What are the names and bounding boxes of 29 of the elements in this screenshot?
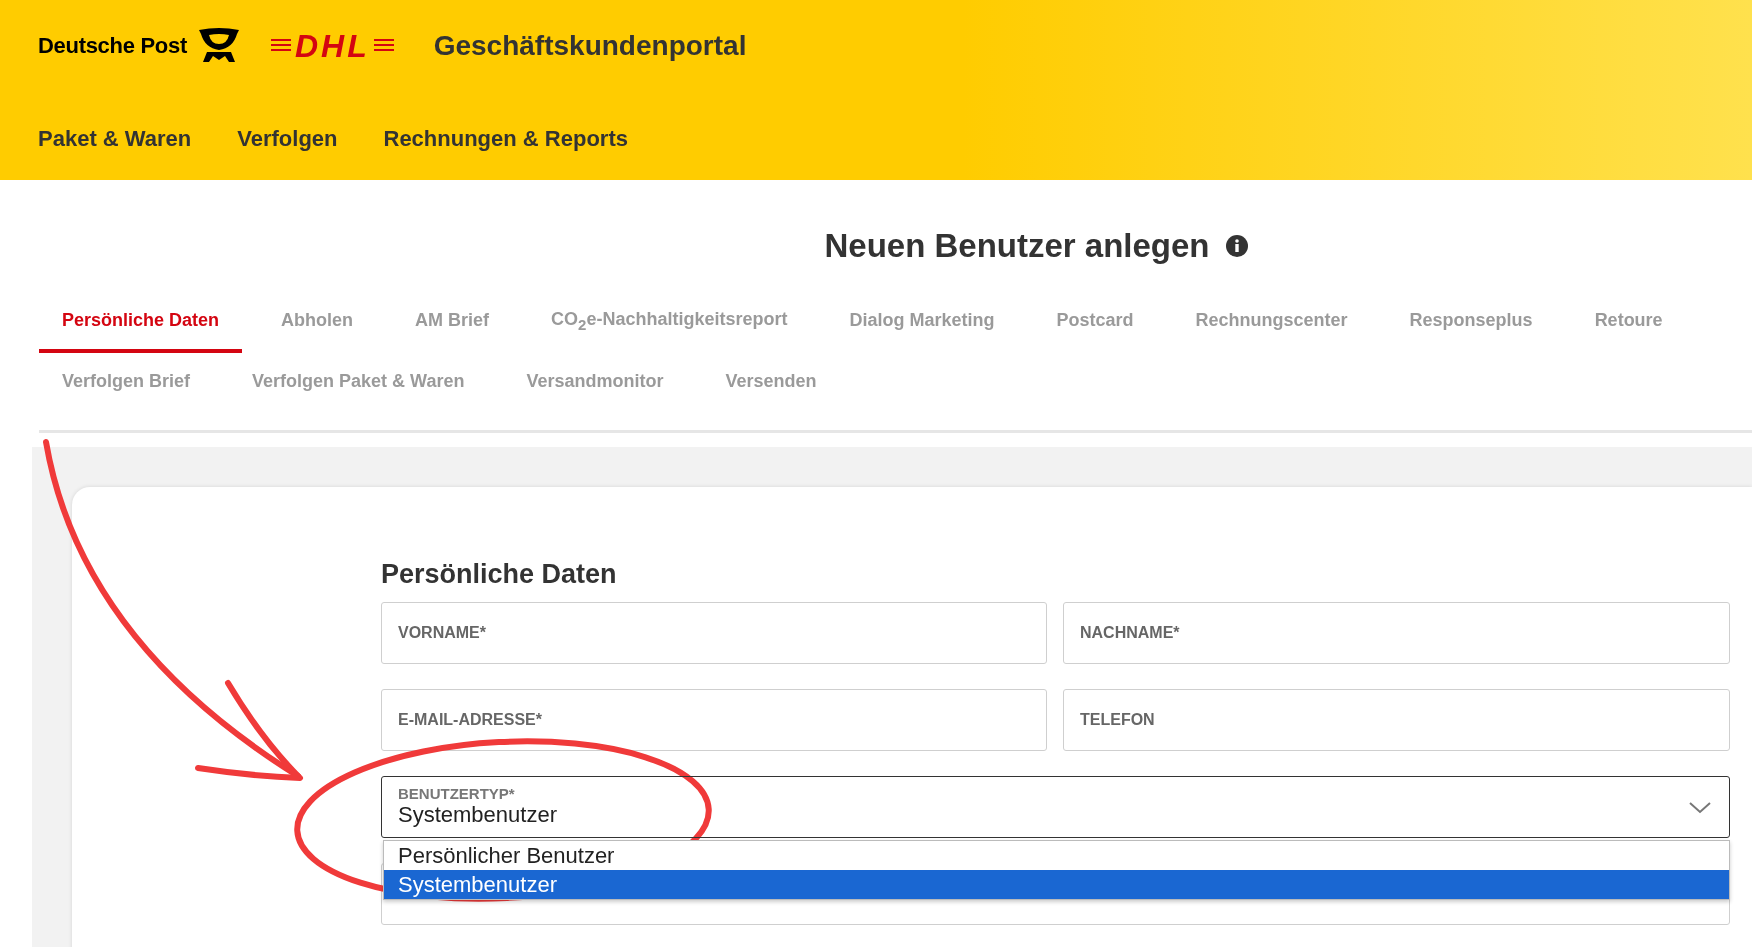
chevron-down-icon: [1689, 801, 1711, 814]
input-field[interactable]: VORNAME*: [381, 601, 1047, 664]
nav-link[interactable]: Rechnungen & Reports: [383, 126, 628, 152]
dropdown-option[interactable]: Systembenutzer: [384, 869, 1729, 899]
tab[interactable]: Versandmonitor: [503, 356, 687, 412]
section-heading: Persönliche Daten: [381, 558, 618, 590]
tab[interactable]: Verfolgen Brief: [39, 356, 214, 412]
tab[interactable]: Rechnungscenter: [1172, 295, 1371, 353]
tab[interactable]: Abholen: [258, 295, 377, 353]
brand-name: Deutsche Post: [38, 33, 187, 59]
nav-link[interactable]: Verfolgen: [237, 126, 338, 152]
tab[interactable]: Persönliche Daten: [39, 295, 243, 353]
tab[interactable]: Verfolgen Paket & Waren: [229, 356, 488, 412]
tab[interactable]: Retoure: [1571, 295, 1686, 353]
portal-title: Geschäftskundenportal: [433, 30, 747, 62]
tab[interactable]: Versenden: [702, 356, 840, 412]
tab[interactable]: Postcard: [1033, 295, 1157, 353]
input-field[interactable]: NACHNAME*: [1063, 601, 1730, 664]
dropdown-option[interactable]: Persönlicher Benutzer: [384, 840, 1729, 870]
nav-link[interactable]: Paket & Waren: [38, 126, 192, 152]
input-field[interactable]: E-MAIL-ADRESSE*: [381, 688, 1047, 751]
info-icon: [1225, 235, 1248, 257]
input-field[interactable]: TELEFON: [1063, 688, 1730, 751]
page-title: Neuen Benutzer anlegen: [824, 227, 1210, 265]
tab[interactable]: CO$_{2}$e-Nachhaltigkeitsreport: [528, 295, 811, 353]
tab[interactable]: AM Brief: [392, 295, 513, 353]
tab[interactable]: Dialog Marketing: [826, 295, 1018, 353]
select-field[interactable]: BENUTZERTYP* Systembenutzer: [381, 775, 1730, 838]
tab[interactable]: Responseplus: [1386, 295, 1556, 353]
